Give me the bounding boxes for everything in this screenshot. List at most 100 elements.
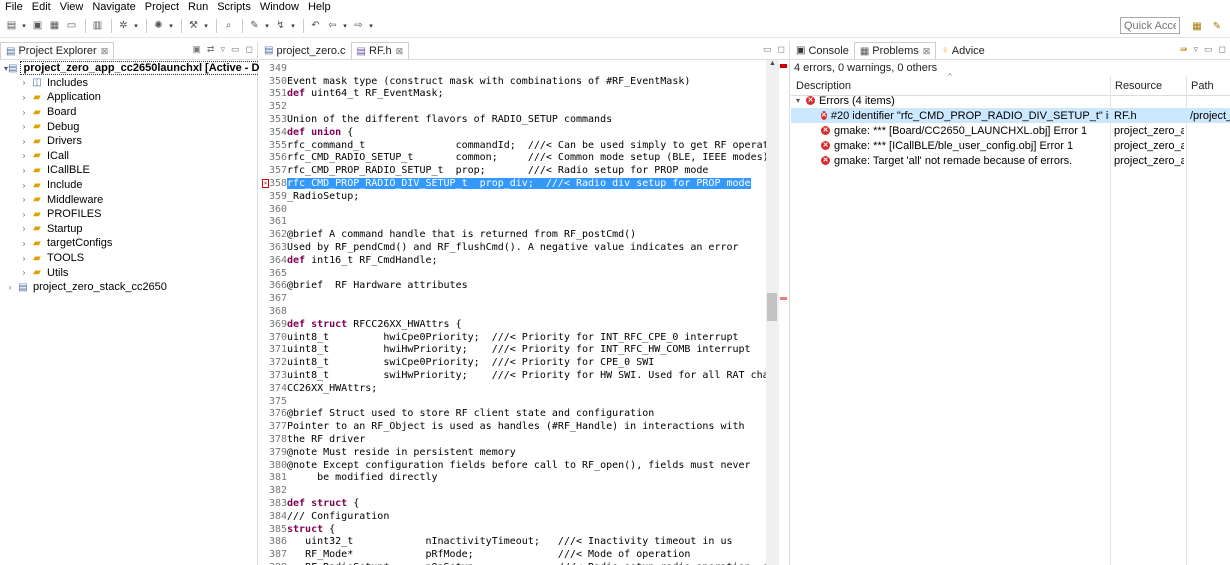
maximize-icon[interactable]: ◻ <box>778 44 785 55</box>
tree-folder-item[interactable]: › ◫ Includes <box>0 76 257 91</box>
menu-window[interactable]: Window <box>260 1 299 13</box>
editor-scrollbar[interactable]: ▲ <box>766 60 779 565</box>
chevron-right-icon[interactable]: › <box>4 283 16 292</box>
code-line[interactable]: 388 RF_RadioSetup* pOpSetup; ///< Radio … <box>259 561 767 565</box>
back-dropdown-icon[interactable]: ▾ <box>342 18 348 34</box>
last-edit-icon[interactable]: ↶ <box>308 18 323 34</box>
maximize-icon[interactable]: ◻ <box>246 44 253 55</box>
scroll-up-icon[interactable]: ▲ <box>766 60 779 67</box>
code-line[interactable]: 352 <box>259 100 287 113</box>
error-marker-icon[interactable]: × <box>262 179 269 189</box>
settings-dropdown-icon[interactable]: ▾ <box>133 18 139 34</box>
code-line[interactable]: 368 <box>259 305 287 318</box>
code-line[interactable]: 362 @brief A command handle that is retur… <box>259 228 636 241</box>
tab-rf-h[interactable]: ▤ RF.h ⊠ <box>350 42 410 59</box>
scroll-thumb[interactable] <box>767 293 777 321</box>
forward-arrow-icon[interactable]: ⇨ <box>351 18 366 34</box>
menu-file[interactable]: File <box>5 1 23 13</box>
code-line[interactable]: 349 <box>259 62 287 75</box>
code-line[interactable]: 386 uint32_t nInactivityTimeout; ///< In… <box>259 536 733 549</box>
code-line[interactable]: 355 rfc_command_t commandId; ///< Can be … <box>259 139 767 152</box>
problem-row[interactable]: ✕ #20 identifier "rfc_CMD_PROP_RADIO_DIV_… <box>791 108 1230 123</box>
code-line[interactable]: 353 Union of the different flavors of RAD… <box>259 113 612 126</box>
problem-row[interactable]: ✕ gmake: Target 'all' not remade because … <box>791 153 1230 168</box>
code-line[interactable]: 360 <box>259 203 287 216</box>
problem-row[interactable]: ✕ gmake: *** [Board/CC2650_LAUNCHXL.obj] … <box>791 123 1230 138</box>
tree-folder-item[interactable]: › ▰ targetConfigs <box>0 236 257 251</box>
chevron-right-icon[interactable]: › <box>18 137 30 146</box>
tree-folder-item[interactable]: › ▰ Board <box>0 105 257 120</box>
close-icon[interactable]: ⊠ <box>101 46 109 57</box>
code-line[interactable]: 381 be modified directly <box>259 472 438 485</box>
tree-folder-item[interactable]: › ▰ ICallBLE <box>0 163 257 178</box>
quick-access-input[interactable] <box>1120 17 1180 34</box>
minimize-icon[interactable]: ▭ <box>231 44 240 55</box>
tab-project-zero-c[interactable]: ▤ project_zero.c <box>259 42 351 59</box>
build-hammer-icon[interactable]: ⚒ <box>186 18 201 34</box>
collapse-all-icon[interactable]: ▣ <box>192 44 201 55</box>
tree-folder-item[interactable]: › ▰ Middleware <box>0 192 257 207</box>
new-dropdown-icon[interactable]: ▾ <box>21 18 27 34</box>
code-area[interactable]: 349 350 Event mask type (construct mask wi… <box>259 62 767 565</box>
code-line[interactable]: 363 Used by RF_pendCmd() and RF_flushCmd(… <box>259 241 739 254</box>
chevron-right-icon[interactable]: › <box>18 151 30 160</box>
chevron-right-icon[interactable]: › <box>18 224 30 233</box>
tree-folder-item[interactable]: › ▰ ICall <box>0 149 257 164</box>
chevron-right-icon[interactable]: › <box>18 239 30 248</box>
chevron-right-icon[interactable]: › <box>18 254 30 263</box>
save-all-icon[interactable]: ▦ <box>47 18 62 34</box>
menu-run[interactable]: Run <box>188 1 208 13</box>
tab-project-explorer[interactable]: ▤ Project Explorer ⊠ <box>0 42 115 59</box>
menu-scripts[interactable]: Scripts <box>217 1 251 13</box>
code-line[interactable]: 376 @brief Struct used to store RF client… <box>259 408 654 421</box>
menu-navigate[interactable]: Navigate <box>92 1 135 13</box>
chevron-right-icon[interactable]: › <box>18 93 30 102</box>
view-menu-icon[interactable]: ▿ <box>220 44 225 55</box>
maximize-icon[interactable]: ◻ <box>1219 44 1226 55</box>
ccs-edit-perspective-icon[interactable]: ✎ <box>1209 18 1225 34</box>
new-icon[interactable]: ▤ <box>4 18 19 34</box>
annotation-dropdown-icon[interactable]: ▾ <box>290 18 296 34</box>
minimize-icon[interactable]: ▭ <box>1204 44 1213 55</box>
link-editor-icon[interactable]: ⇄ <box>207 44 215 55</box>
tree-folder-item[interactable]: › ▰ Startup <box>0 222 257 237</box>
tab-advice[interactable]: ♀ Advice <box>936 42 990 59</box>
tree-folder-item[interactable]: › ▰ Debug <box>0 119 257 134</box>
code-line[interactable]: 385 struct { <box>259 523 335 536</box>
code-line[interactable]: 372 uint8_t swiCpe0Priority; ///< Priorit… <box>259 356 654 369</box>
error-group-row[interactable]: ▾ ✕ Errors (4 items) <box>791 93 1230 108</box>
code-line[interactable]: 380 @note Except configuration fields bef… <box>259 459 751 472</box>
menu-edit[interactable]: Edit <box>32 1 51 13</box>
code-line[interactable]: 384/// Configuration <box>259 510 389 523</box>
chevron-right-icon[interactable]: › <box>18 78 30 87</box>
print-icon[interactable]: ▭ <box>64 18 79 34</box>
terminal-icon[interactable]: ▥ <box>90 18 105 34</box>
tree-folder-item[interactable]: › ▰ Drivers <box>0 134 257 149</box>
chevron-right-icon[interactable]: › <box>18 166 30 175</box>
chevron-right-icon[interactable]: › <box>18 108 30 117</box>
code-line[interactable]: 357 rfc_CMD_PROP_RADIO_SETUP_t prop; ///<… <box>259 164 709 177</box>
code-line[interactable]: 377 Pointer to an RF_Object is used as ha… <box>259 420 745 433</box>
tree-project-item[interactable]: › ▤ project_zero_stack_cc2650 <box>0 280 257 295</box>
build-dropdown-icon[interactable]: ▾ <box>203 18 209 34</box>
tree-folder-item[interactable]: › ▰ TOOLS <box>0 251 257 266</box>
search-icon[interactable]: ⌕ <box>221 18 236 34</box>
debug-dropdown-icon[interactable]: ▾ <box>168 18 174 34</box>
code-line[interactable]: 374 CC26XX_HWAttrs; <box>259 382 377 395</box>
forward-dropdown-icon[interactable]: ▾ <box>368 18 374 34</box>
settings-gear-icon[interactable]: ✲ <box>116 18 131 34</box>
back-arrow-icon[interactable]: ⇦ <box>325 18 340 34</box>
view-menu-icon[interactable]: ▿ <box>1193 44 1198 55</box>
code-line[interactable]: 375 <box>259 395 287 408</box>
open-perspective-icon[interactable]: ▦ <box>1189 18 1205 34</box>
code-line[interactable]: 351 def uint64_t RF_EventMask; <box>259 88 444 101</box>
tab-console[interactable]: ▣ Console <box>791 42 854 59</box>
menu-view[interactable]: View <box>60 1 84 13</box>
code-line[interactable]: 383 def struct { <box>259 497 359 510</box>
code-line[interactable]: 379 @note Must reside in persistent memor… <box>259 446 516 459</box>
tree-folder-item[interactable]: › ▰ Utils <box>0 265 257 280</box>
save-icon[interactable]: ▣ <box>30 18 45 34</box>
edit-pencil-icon[interactable]: ✎ <box>247 18 262 34</box>
code-line[interactable]: 382 <box>259 484 287 497</box>
tree-project-item[interactable]: ▾ ▤ project_zero_app_cc2650launchxl [Activ… <box>0 61 293 76</box>
